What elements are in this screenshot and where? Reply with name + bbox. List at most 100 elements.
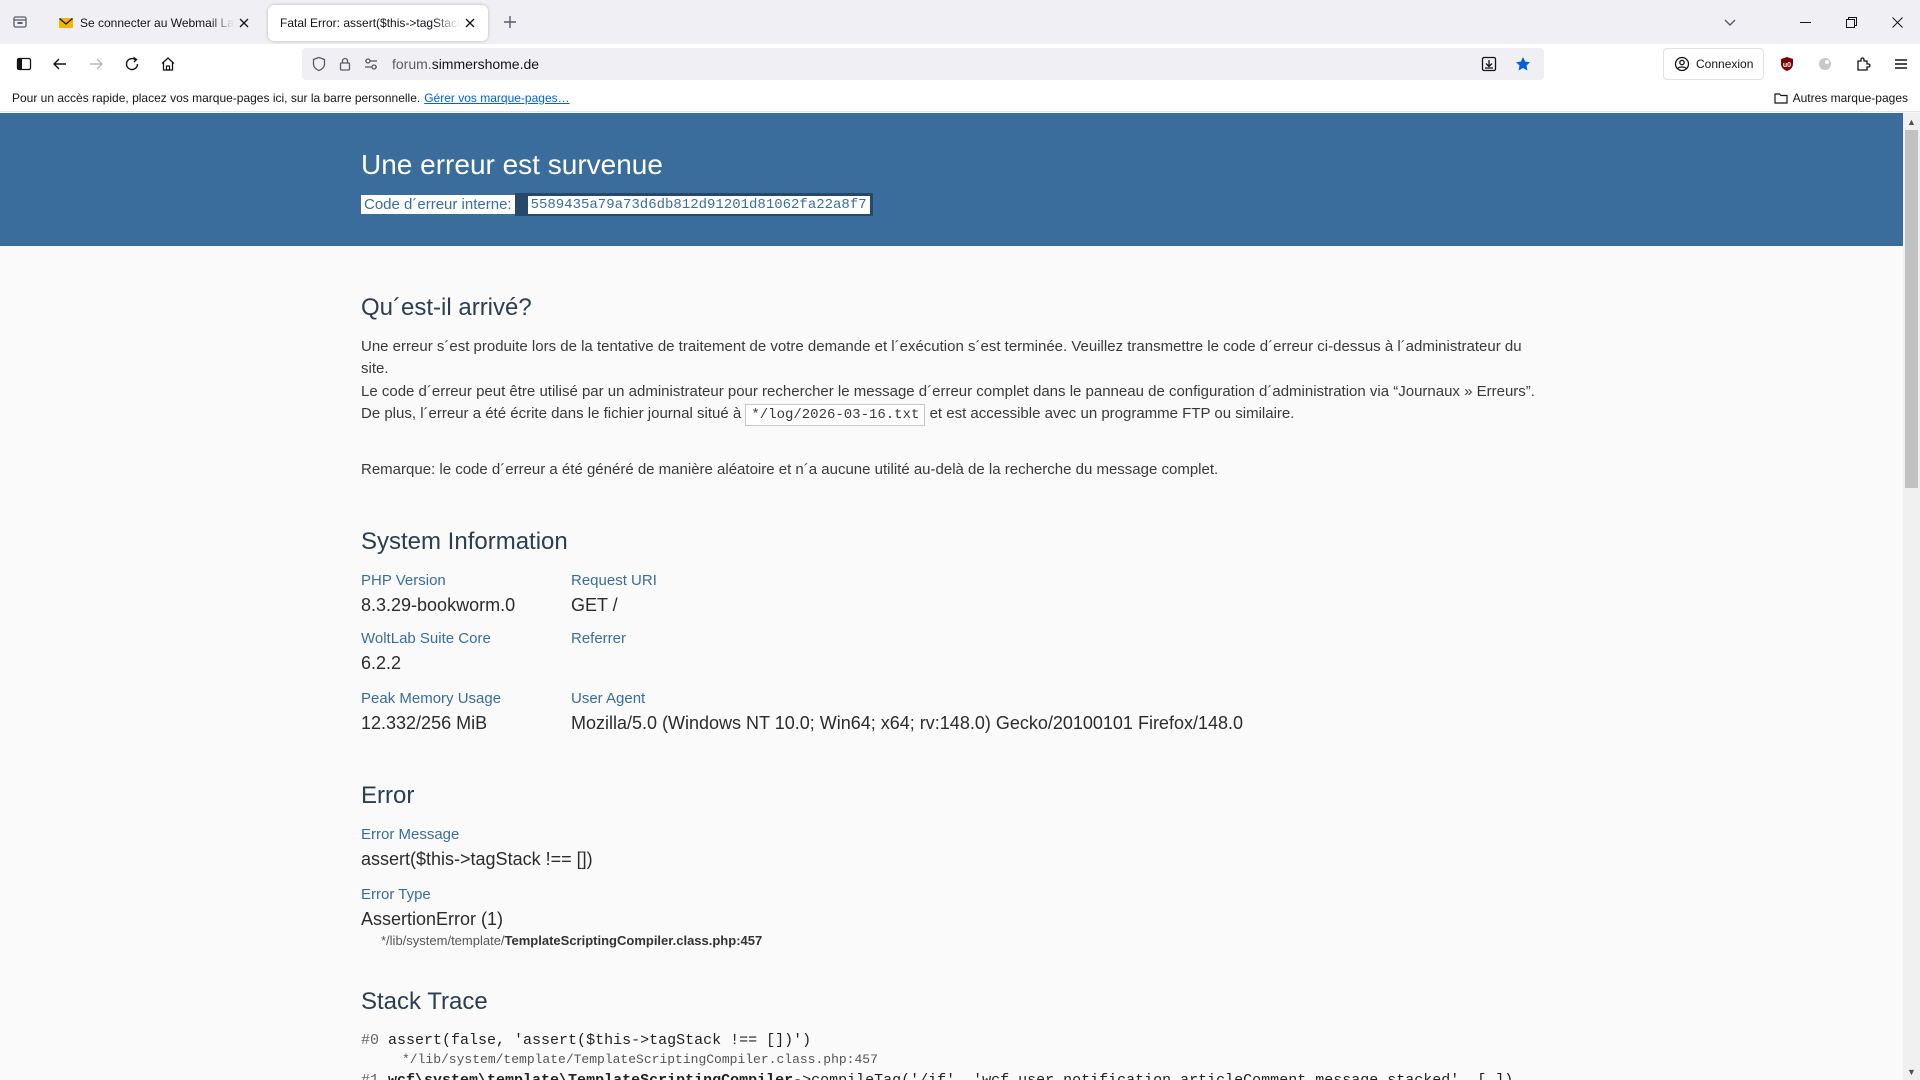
page-viewport: Une erreur est survenue Code d´erreur in… xyxy=(0,113,1903,1080)
close-icon xyxy=(1891,16,1903,28)
error-heading: Error xyxy=(361,782,415,809)
system-info-heading: System Information xyxy=(361,528,568,555)
extension-puzzle-icon xyxy=(1819,58,1831,70)
para2-text-b: et est accessible avec un programme FTP … xyxy=(929,405,1295,422)
php-version-label: PHP Version xyxy=(361,572,446,589)
error-file-path: */lib/system/template/ xyxy=(381,933,505,948)
user-agent-value: Mozilla/5.0 (Windows NT 10.0; Win64; x64… xyxy=(571,713,1244,733)
forward-button[interactable] xyxy=(78,48,114,80)
what-happened-para1: Une erreur s´est produite lors de la ten… xyxy=(361,338,1522,377)
puzzle-icon xyxy=(1857,57,1871,71)
app-menu-button[interactable] xyxy=(1882,48,1920,80)
folder-icon xyxy=(1773,93,1788,104)
arrow-right-icon xyxy=(90,58,103,70)
error-message-label: Error Message xyxy=(361,826,460,843)
url-bar[interactable]: forum.simmershome.de xyxy=(302,48,1544,80)
new-tab-button[interactable] xyxy=(494,6,526,38)
error-code-label: Code d´erreur interne: xyxy=(361,195,515,214)
account-icon xyxy=(1674,56,1690,72)
save-to-pocket-icon[interactable] xyxy=(1476,48,1502,80)
error-code-value: 5589435a79a73d6db812d91201d81062fa22a8f7 xyxy=(527,195,870,214)
what-happened-heading: Qu´est-il arrivé? xyxy=(361,294,532,321)
frame-class: wcf\system\template\TemplateScriptingCom… xyxy=(388,1072,793,1080)
stack-frame-0: #0 assert(false, 'assert($this->tagStack… xyxy=(361,1032,811,1049)
reload-icon xyxy=(125,56,139,71)
tracking-protection-icon[interactable] xyxy=(306,48,332,80)
tab-title: Fatal Error: assert($this->tagStack !== … xyxy=(280,16,460,30)
php-version-value: 8.3.29-bookworm.0 xyxy=(361,595,516,615)
error-file-name: TemplateScriptingCompiler.class.php:457 xyxy=(504,933,763,948)
manage-bookmarks-link[interactable]: Gérer vos marque-pages… xyxy=(424,91,569,105)
home-icon xyxy=(161,57,175,71)
error-type-value: AssertionError (1) xyxy=(361,909,504,929)
plus-icon xyxy=(504,16,516,28)
other-bookmarks-label: Autres marque-pages xyxy=(1792,91,1908,105)
permissions-icon[interactable] xyxy=(358,48,384,80)
referrer-label: Referrer xyxy=(571,630,627,647)
stack-trace-heading: Stack Trace xyxy=(361,988,488,1015)
other-bookmarks-button[interactable]: Autres marque-pages xyxy=(1773,84,1908,112)
sidebar-icon xyxy=(16,57,32,71)
stack-frame-1: #1 wcf\system\template\TemplateScripting… xyxy=(361,1072,1513,1080)
restore-button[interactable] xyxy=(1828,0,1874,44)
error-file: */lib/system/template/TemplateScriptingC… xyxy=(381,933,762,948)
close-icon[interactable] xyxy=(460,13,480,33)
page-scrollbar[interactable]: ▲ ▼ xyxy=(1903,113,1920,1080)
close-window-button[interactable] xyxy=(1874,0,1920,44)
arrow-left-icon xyxy=(53,58,66,70)
tab-title: Se connecter au Webmail La Poste xyxy=(80,16,234,30)
error-code[interactable]: 5589435a79a73d6db812d91201d81062fa22a8f7 xyxy=(524,193,873,216)
log-file-path: */log/2026-03-16.txt xyxy=(745,404,926,426)
bookmarks-hint: Pour un accès rapide, placez vos marque-… xyxy=(12,90,421,105)
window-controls xyxy=(1782,0,1920,44)
firefox-view-button[interactable] xyxy=(0,0,40,44)
frame-number: #0 xyxy=(361,1032,380,1049)
account-button[interactable]: Connexion xyxy=(1663,48,1765,80)
sidebar-toggle-button[interactable] xyxy=(6,48,42,80)
tab-bar: Se connecter au Webmail La Poste Fatal E… xyxy=(0,0,1920,44)
reload-button[interactable] xyxy=(114,48,150,80)
error-type-label: Error Type xyxy=(361,886,431,903)
scroll-up-icon[interactable]: ▲ xyxy=(1903,113,1920,130)
peak-memory-label: Peak Memory Usage xyxy=(361,690,502,707)
minimize-button[interactable] xyxy=(1782,0,1828,44)
home-button[interactable] xyxy=(150,48,186,80)
firefox-view-icon xyxy=(13,16,27,28)
restore-icon xyxy=(1845,16,1857,28)
chevron-down-icon xyxy=(1724,19,1736,26)
list-all-tabs-button[interactable] xyxy=(1708,0,1752,44)
url-domain: simmershome.de xyxy=(431,56,540,72)
ublock-shield-icon: u0 xyxy=(1781,57,1793,71)
wsc-label: WoltLab Suite Core xyxy=(361,630,491,647)
svg-text:u0: u0 xyxy=(1783,62,1791,69)
peak-memory-value: 12.332/256 MiB xyxy=(361,713,488,733)
stack-frame-0-file: */lib/system/template/TemplateScriptingC… xyxy=(402,1052,878,1067)
request-uri-label: Request URI xyxy=(571,572,657,589)
back-button[interactable] xyxy=(42,48,78,80)
lock-icon[interactable] xyxy=(332,48,358,80)
error-header: Une erreur est survenue Code d´erreur in… xyxy=(0,113,1903,246)
tab-webmail[interactable]: Se connecter au Webmail La Poste xyxy=(46,5,262,41)
close-icon[interactable] xyxy=(234,13,254,33)
frame-number: #1 xyxy=(361,1072,379,1080)
url-host: forum. xyxy=(392,56,432,72)
scrollbar-thumb[interactable] xyxy=(1905,130,1918,488)
page-title: Une erreur est survenue xyxy=(361,149,663,180)
url-text[interactable]: forum.simmershome.de xyxy=(392,56,539,72)
request-uri-value: GET / xyxy=(571,595,618,615)
bookmark-star-icon[interactable] xyxy=(1510,48,1536,80)
account-label: Connexion xyxy=(1696,57,1754,71)
error-code-row: Code d´erreur interne: 5589435a79a73d6db… xyxy=(361,193,873,216)
navigation-toolbar: forum.simmershome.de Connexion u0 xyxy=(0,44,1920,84)
tab-fatal-error[interactable]: Fatal Error: assert($this->tagStack !== … xyxy=(268,5,488,41)
extension-button[interactable] xyxy=(1806,48,1844,80)
extensions-button[interactable] xyxy=(1844,48,1882,80)
what-happened-para2: Le code d´erreur peut être utilisé par u… xyxy=(361,381,1541,426)
ublock-extension-button[interactable]: u0 xyxy=(1768,48,1806,80)
minimize-icon xyxy=(1799,21,1811,23)
hamburger-menu-icon xyxy=(1895,59,1907,69)
scroll-down-icon[interactable]: ▼ xyxy=(1903,1063,1920,1080)
frame-call: ->compileTag('/if', 'wcf_user_notificati… xyxy=(793,1072,1513,1080)
frame-call: assert(false, 'assert($this->tagStack !=… xyxy=(388,1032,812,1049)
user-agent-label: User Agent xyxy=(571,690,646,707)
